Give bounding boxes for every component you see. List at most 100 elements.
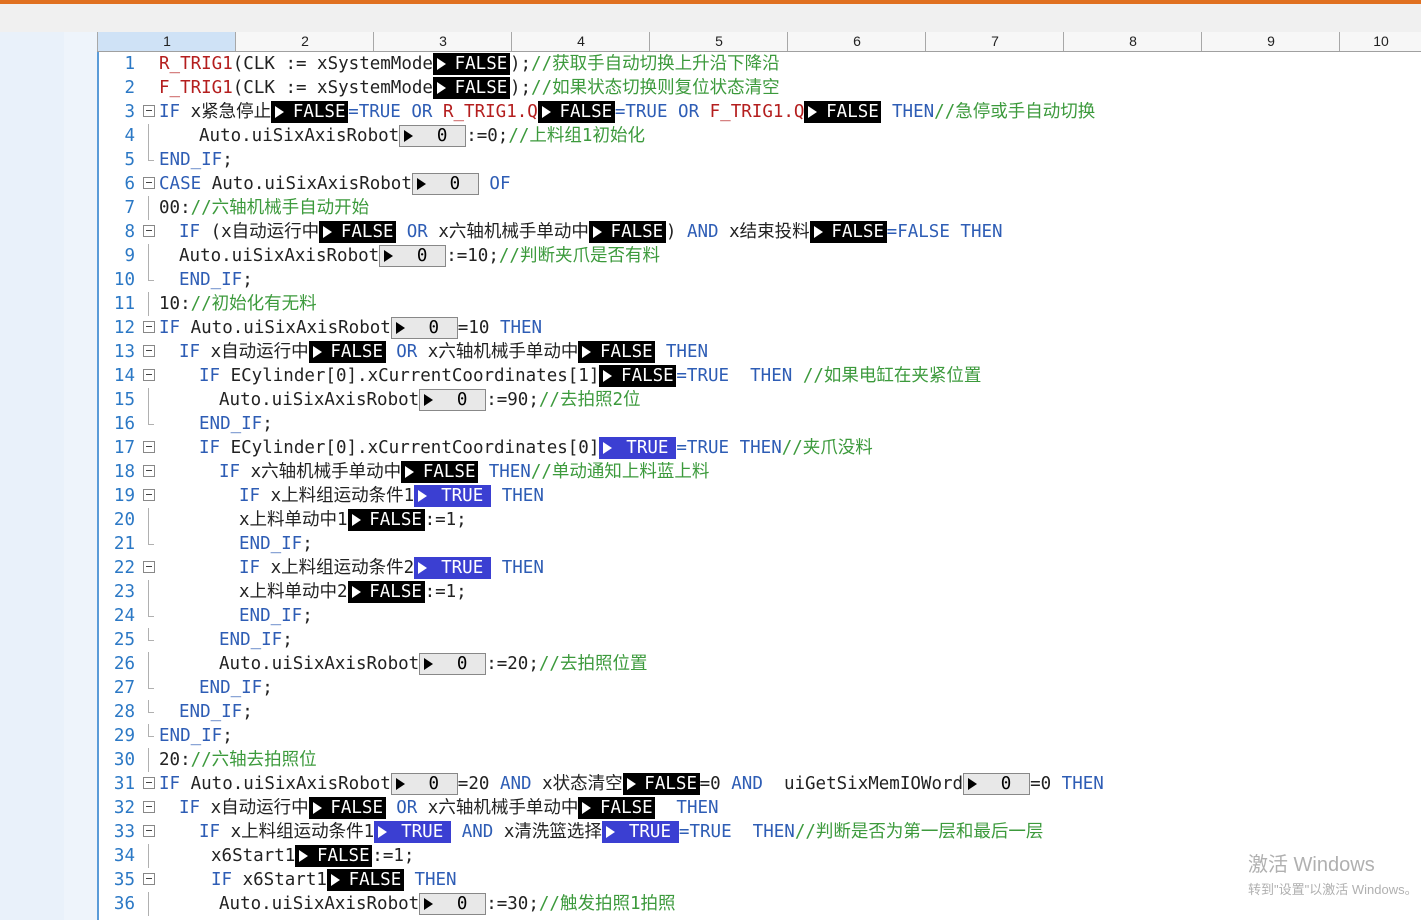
code-text[interactable]: 10://初始化有无料 [159,292,317,316]
code-text[interactable]: END_IF; [239,532,313,556]
code-text[interactable]: 20://六轴去拍照位 [159,748,317,772]
code-line[interactable]: 28 END_IF; [99,700,1421,724]
live-value-boolean[interactable]: FALSE [537,101,615,123]
live-value-boolean[interactable]: FALSE [432,77,510,99]
code-text[interactable]: IF x上料组运动条件2 TRUE THEN [239,556,544,580]
fold-toggle-icon[interactable] [143,873,155,885]
live-value-boolean[interactable]: FALSE [326,869,404,891]
code-line[interactable]: 36 Auto.uiSixAxisRobot 0:=30;//触发拍照1拍照 [99,892,1421,916]
fold-toggle-icon[interactable] [143,225,155,237]
code-text[interactable]: Auto.uiSixAxisRobot 0:=30;//触发拍照1拍照 [219,892,675,916]
code-line[interactable]: 32 IF x自动运行中 FALSE OR x六轴机械手单动中 FALSE THEN [99,796,1421,820]
code-line[interactable]: 17 IF ECylinder[0].xCurrentCoordinates[0]… [99,436,1421,460]
code-text[interactable]: R_TRIG1(CLK := xSystemMode FALSE);//获取手自动… [159,52,780,76]
code-line[interactable]: 11 10://初始化有无料 [99,292,1421,316]
fold-toggle-icon[interactable] [143,561,155,573]
live-value-boolean[interactable]: FALSE [432,53,510,75]
code-line[interactable]: 22 IF x上料组运动条件2 TRUE THEN [99,556,1421,580]
code-line[interactable]: 23 x上料单动中2 FALSE:=1; [99,580,1421,604]
code-line[interactable]: 3 IF x紧急停止 FALSE =TRUE OR R_TRIG1.Q FALSE =TR… [99,100,1421,124]
code-text[interactable]: Auto.uiSixAxisRobot 0:=90;//去拍照2位 [219,388,640,412]
code-text[interactable]: IF x上料组运动条件1 TRUE THEN [239,484,544,508]
live-value-numeric[interactable]: 0 [379,245,447,267]
live-value-boolean[interactable]: FALSE [308,797,386,819]
code-line[interactable]: 9 Auto.uiSixAxisRobot 0:=10;//判断夹爪是否有料 [99,244,1421,268]
fold-toggle-icon[interactable] [143,465,155,477]
code-text[interactable]: IF x上料组运动条件1 TRUE AND x清洗篮选择 TRUE =TRUE THE… [199,820,1043,844]
code-line[interactable]: 35 IF x6Start1 FALSE THEN [99,868,1421,892]
code-text[interactable]: IF x紧急停止 FALSE =TRUE OR R_TRIG1.Q FALSE =TRU… [159,100,1095,124]
code-line[interactable]: 14 IF ECylinder[0].xCurrentCoordinates[1]… [99,364,1421,388]
live-value-numeric[interactable]: 0 [419,389,487,411]
fold-toggle-icon[interactable] [143,777,155,789]
breakpoint-gutter[interactable] [64,32,99,920]
live-value-boolean[interactable]: FALSE [308,341,386,363]
live-value-boolean[interactable]: FALSE [809,221,887,243]
code-line[interactable]: 7 00://六轴机械手自动开始 [99,196,1421,220]
code-text[interactable]: 00://六轴机械手自动开始 [159,196,369,220]
fold-toggle-icon[interactable] [143,441,155,453]
code-text[interactable]: END_IF; [179,700,253,724]
code-line[interactable]: 24 END_IF; [99,604,1421,628]
live-value-numeric[interactable]: 0 [963,773,1031,795]
code-line[interactable]: 34 x6Start1 FALSE:=1; [99,844,1421,868]
live-value-boolean[interactable]: FALSE [271,101,349,123]
code-line[interactable]: 1 R_TRIG1(CLK := xSystemMode FALSE);//获取手自… [99,52,1421,76]
live-value-boolean[interactable]: FALSE [347,581,425,603]
code-text[interactable]: IF x自动运行中 FALSE OR x六轴机械手单动中 FALSE THEN [179,340,708,364]
code-text[interactable]: IF Auto.uiSixAxisRobot 0 =20 AND x状态清空 FALS… [159,772,1104,796]
live-value-numeric[interactable]: 0 [390,317,458,339]
code-line[interactable]: 16 END_IF; [99,412,1421,436]
live-value-boolean[interactable]: TRUE [374,821,452,843]
code-text[interactable]: x上料单动中1 FALSE:=1; [239,508,467,532]
code-text[interactable]: IF x自动运行中 FALSE OR x六轴机械手单动中 FALSE THEN [179,796,719,820]
fold-toggle-icon[interactable] [143,177,155,189]
live-value-boolean[interactable]: FALSE [588,221,666,243]
code-line[interactable]: 6 CASE Auto.uiSixAxisRobot 0 OF [99,172,1421,196]
code-line[interactable]: 15 Auto.uiSixAxisRobot 0:=90;//去拍照2位 [99,388,1421,412]
code-text[interactable]: IF Auto.uiSixAxisRobot 0 =10 THEN [159,316,542,340]
code-editor[interactable]: 1 R_TRIG1(CLK := xSystemMode FALSE);//获取手自… [99,52,1421,920]
code-text[interactable]: END_IF; [219,628,293,652]
code-text[interactable]: x上料单动中2 FALSE:=1; [239,580,467,604]
code-line[interactable]: 13 IF x自动运行中 FALSE OR x六轴机械手单动中 FALSE THEN [99,340,1421,364]
code-line[interactable]: 33 IF x上料组运动条件1 TRUE AND x清洗篮选择 TRUE =TRUE T… [99,820,1421,844]
code-text[interactable]: END_IF; [159,724,233,748]
code-line[interactable]: 12 IF Auto.uiSixAxisRobot 0 =10 THEN [99,316,1421,340]
code-text[interactable]: IF x6Start1 FALSE THEN [211,868,457,892]
code-text[interactable]: END_IF; [239,604,313,628]
live-value-numeric[interactable]: 0 [419,653,487,675]
code-line[interactable]: 20 x上料单动中1 FALSE:=1; [99,508,1421,532]
code-line[interactable]: 18 IF x六轴机械手单动中 FALSE THEN//单动通知上料蓝上料 [99,460,1421,484]
code-line[interactable]: 30 20://六轴去拍照位 [99,748,1421,772]
code-text[interactable]: Auto.uiSixAxisRobot 0:=20;//去拍照位置 [219,652,647,676]
code-line[interactable]: 8 IF (x自动运行中 FALSE OR x六轴机械手单动中 FALSE) AND … [99,220,1421,244]
fold-toggle-icon[interactable] [143,369,155,381]
live-value-boolean[interactable]: FALSE [319,221,397,243]
fold-toggle-icon[interactable] [143,321,155,333]
live-value-boolean[interactable]: FALSE [578,341,656,363]
fold-toggle-icon[interactable] [143,825,155,837]
live-value-numeric[interactable]: 0 [411,173,479,195]
code-text[interactable]: IF ECylinder[0].xCurrentCoordinates[1] FA… [199,364,981,388]
code-line[interactable]: 10 END_IF; [99,268,1421,292]
code-text[interactable]: IF x六轴机械手单动中 FALSE THEN//单动通知上料蓝上料 [219,460,709,484]
live-value-numeric[interactable]: 0 [390,773,458,795]
live-value-boolean[interactable]: FALSE [578,797,656,819]
live-value-boolean[interactable]: FALSE [295,845,373,867]
live-value-boolean[interactable]: FALSE [599,365,677,387]
fold-toggle-icon[interactable] [143,105,155,117]
code-text[interactable]: Auto.uiSixAxisRobot 0:=10;//判断夹爪是否有料 [179,244,660,268]
live-value-numeric[interactable]: 0 [399,125,467,147]
code-text[interactable]: END_IF; [179,268,253,292]
code-text[interactable]: IF ECylinder[0].xCurrentCoordinates[0] TR… [199,436,873,460]
code-line[interactable]: 26 Auto.uiSixAxisRobot 0:=20;//去拍照位置 [99,652,1421,676]
code-text[interactable]: CASE Auto.uiSixAxisRobot 0 OF [159,172,510,196]
code-text[interactable]: IF (x自动运行中 FALSE OR x六轴机械手单动中 FALSE) AND x… [179,220,1003,244]
live-value-boolean[interactable]: FALSE [401,461,479,483]
code-text[interactable]: Auto.uiSixAxisRobot 0:=0;//上料组1初始化 [199,124,645,148]
code-text[interactable]: END_IF; [199,676,273,700]
live-value-boolean[interactable]: TRUE [414,485,492,507]
code-text[interactable]: END_IF; [199,412,273,436]
live-value-boolean[interactable]: FALSE [347,509,425,531]
